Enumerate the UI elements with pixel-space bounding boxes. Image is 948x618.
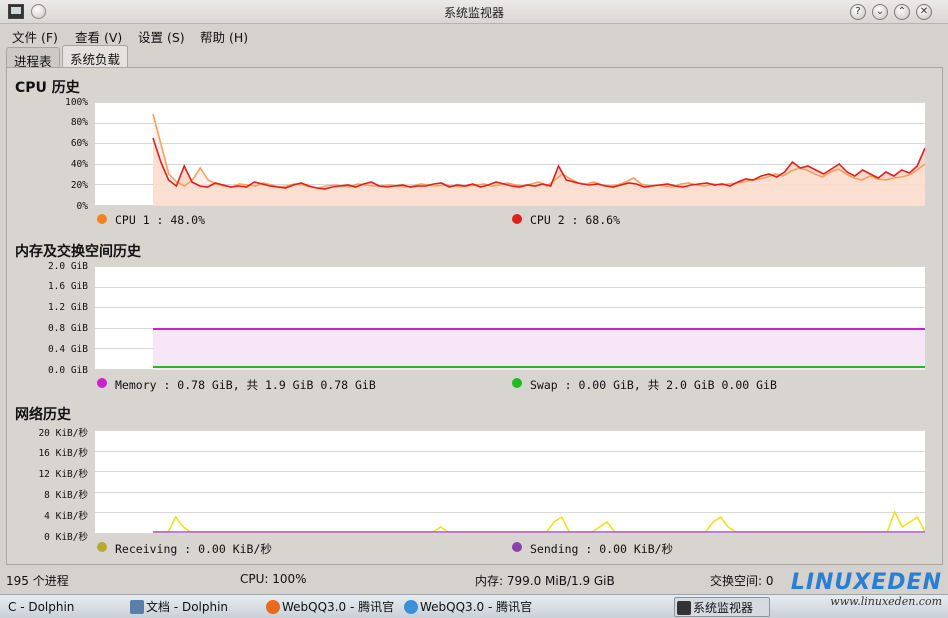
task-system-monitor[interactable]: 系统监视器 xyxy=(674,597,770,617)
network-tick: 8 KiB/秒 xyxy=(44,490,88,501)
network-tick: 20 KiB/秒 xyxy=(38,428,88,439)
task-dolphin-c[interactable]: C - Dolphin xyxy=(0,597,120,617)
cpu-status: CPU: 100% xyxy=(240,572,307,586)
cpu1-legend-label: CPU 1 : 48.0% xyxy=(115,213,206,227)
cpu-tick: 80% xyxy=(70,117,88,128)
memory-tick: 0.4 GiB xyxy=(47,344,88,355)
network-history-chart xyxy=(95,430,926,534)
cpu-history-title: CPU 历史 xyxy=(15,80,80,96)
cpu-tick: 40% xyxy=(70,159,88,170)
memory-tick: 0.8 GiB xyxy=(47,323,88,334)
receiving-series-line xyxy=(153,510,926,533)
network-tick: 4 KiB/秒 xyxy=(44,511,88,522)
swap-legend-dot xyxy=(512,378,522,388)
task-label: 文档 - Dolphin xyxy=(146,600,229,614)
help-icon[interactable]: ? xyxy=(850,4,866,20)
minimize-icon[interactable]: ⌄ xyxy=(872,4,888,20)
tab-bar: 进程表 系统负载 xyxy=(0,45,948,69)
cpu-tick: 100% xyxy=(65,97,88,108)
receiving-legend-dot xyxy=(97,542,107,552)
cpu2-legend-dot xyxy=(512,214,522,224)
folder-icon xyxy=(130,600,144,614)
task-label: WebQQ3.0 - 腾讯官 xyxy=(420,600,533,614)
task-label: C - Dolphin xyxy=(8,600,75,614)
title-bar: 系统监视器 ? ⌄ ⌃ ✕ xyxy=(0,0,948,24)
firefox-icon xyxy=(266,600,280,614)
memory-legend-dot xyxy=(97,378,107,388)
memory-history-plot xyxy=(95,266,925,370)
network-tick: 16 KiB/秒 xyxy=(38,448,88,459)
cpu1-legend-dot xyxy=(97,214,107,224)
cpu-history-chart xyxy=(95,102,926,206)
process-count: 195 个进程 xyxy=(6,574,69,588)
menu-help[interactable]: 帮助 (H) xyxy=(200,27,248,46)
window-title: 系统监视器 xyxy=(443,6,504,20)
task-label: WebQQ3.0 - 腾讯官 xyxy=(282,600,395,614)
menu-settings[interactable]: 设置 (S) xyxy=(138,27,185,46)
cpu-history-plot xyxy=(95,102,926,206)
menu-file[interactable]: 文件 (F) xyxy=(12,27,58,46)
cpu-tick: 20% xyxy=(70,180,88,191)
memory-tick: 0.0 GiB xyxy=(47,365,88,376)
memory-tick: 2.0 GiB xyxy=(47,261,88,272)
swap-legend-label: Swap : 0.00 GiB, 共 2.0 GiB 0.00 GiB xyxy=(530,378,777,392)
sending-legend-dot xyxy=(512,542,522,552)
sending-legend-label: Sending : 0.00 KiB/秒 xyxy=(530,542,674,556)
monitor-icon xyxy=(677,601,691,615)
task-dolphin-documents[interactable]: 文档 - Dolphin xyxy=(128,597,258,617)
memory-history-title: 内存及交换空间历史 xyxy=(15,244,141,260)
memory-history-chart xyxy=(95,266,925,370)
network-history-plot xyxy=(95,430,926,534)
chrome-icon xyxy=(404,600,418,614)
memory-area xyxy=(153,329,925,370)
task-webqq-firefox[interactable]: WebQQ3.0 - 腾讯官 xyxy=(264,597,398,617)
cpu2-legend-label: CPU 2 : 68.6% xyxy=(530,213,621,227)
task-label: 系统监视器 xyxy=(693,601,754,615)
close-icon[interactable]: ✕ xyxy=(916,4,932,20)
menu-bar: 文件 (F) 查看 (V) 设置 (S) 帮助 (H) xyxy=(0,24,948,46)
network-history-title: 网络历史 xyxy=(15,407,71,423)
watermark-url: www.linuxeden.com xyxy=(830,595,942,608)
tab-system-load[interactable]: 系统负载 xyxy=(62,45,129,68)
watermark: LINUXEDEN www.linuxeden.com xyxy=(762,570,942,616)
memory-legend-label: Memory : 0.78 GiB, 共 1.9 GiB 0.78 GiB xyxy=(115,378,376,392)
receiving-legend-label: Receiving : 0.00 KiB/秒 xyxy=(115,542,272,556)
cpu-tick: 0% xyxy=(76,201,88,212)
tab-process-table[interactable]: 进程表 xyxy=(6,47,60,69)
menu-view[interactable]: 查看 (V) xyxy=(75,27,122,46)
watermark-logo: LINUXEDEN xyxy=(790,570,942,595)
cpu1-area xyxy=(153,114,925,206)
memory-status: 内存: 799.0 MiB/1.9 GiB xyxy=(475,574,615,588)
cpu-tick: 60% xyxy=(70,138,88,149)
memory-tick: 1.6 GiB xyxy=(47,281,88,292)
network-tick: 12 KiB/秒 xyxy=(38,469,88,480)
task-webqq-chrome[interactable]: WebQQ3.0 - 腾讯官 xyxy=(402,597,536,617)
memory-tick: 1.2 GiB xyxy=(47,302,88,313)
maximize-icon[interactable]: ⌃ xyxy=(894,4,910,20)
network-tick: 0 KiB/秒 xyxy=(44,532,88,543)
